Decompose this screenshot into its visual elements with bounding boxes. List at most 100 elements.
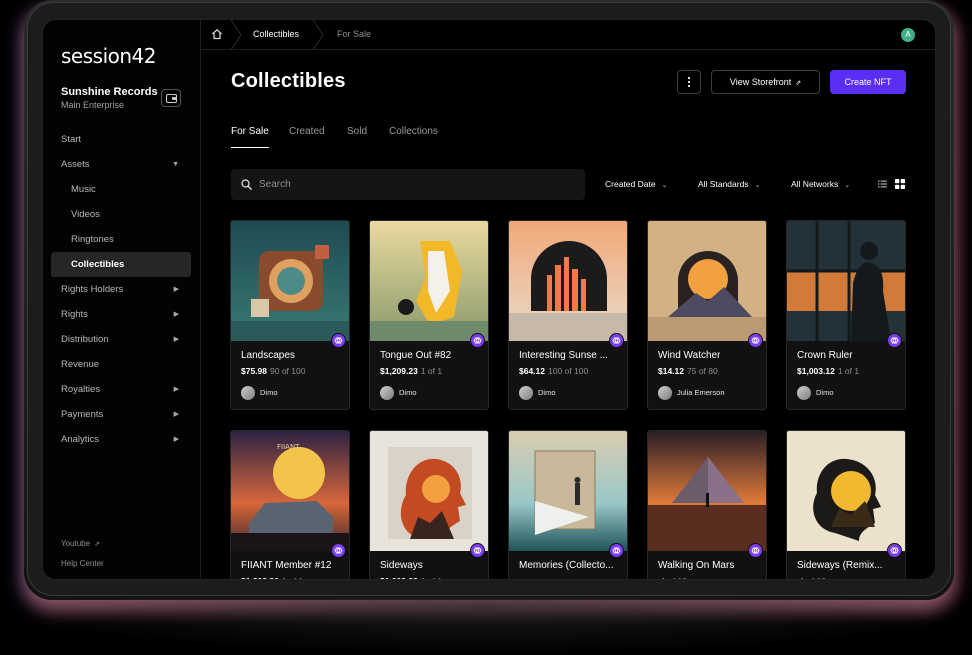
nft-card[interactable]: Memories (Collecto...	[508, 430, 628, 579]
nft-card[interactable]: Sideways $1,209.231 of 1	[369, 430, 489, 579]
nft-supply: 1 of 1	[420, 366, 443, 376]
tab-created[interactable]: Created	[289, 126, 325, 137]
nft-card[interactable]: Tongue Out #82 $1,209.23 1 of 1 Dimo	[369, 220, 489, 410]
owner-name[interactable]: Dimo	[538, 388, 556, 397]
more-options-button[interactable]	[677, 70, 701, 94]
nft-artwork[interactable]	[231, 221, 349, 341]
nft-price: $1,209.23	[380, 366, 418, 376]
sort-dropdown[interactable]: Created Date ⌄	[605, 179, 667, 189]
tab-for-sale[interactable]: For Sale	[231, 126, 269, 148]
nft-artwork[interactable]	[787, 221, 905, 341]
create-nft-button[interactable]: Create NFT	[830, 70, 906, 94]
nft-card[interactable]: FIIANT FIIANT Member #12 $1,209.231 of 1	[230, 430, 350, 579]
owner-name[interactable]: Dimo	[816, 388, 834, 397]
polygon-chain-icon	[609, 333, 624, 348]
nft-supply: 1 of 10	[800, 576, 826, 579]
view-storefront-button[interactable]: View Storefront ⇗	[711, 70, 820, 94]
polygon-chain-icon	[748, 543, 763, 558]
nft-artwork[interactable]	[509, 431, 627, 551]
nft-artwork[interactable]	[370, 431, 488, 551]
external-link-icon: ⇗	[795, 80, 802, 87]
org-name[interactable]: Sunshine Records	[61, 86, 158, 98]
grid-view-icon[interactable]	[895, 179, 905, 189]
nft-price-line: $1,209.231 of 1	[380, 366, 442, 376]
polygon-chain-icon	[470, 543, 485, 558]
nft-artwork[interactable]	[370, 221, 488, 341]
nft-supply: 90 of 100	[270, 366, 306, 376]
sidebar-item-assets[interactable]: Assets ▼	[51, 152, 191, 177]
sidebar-item-videos[interactable]: Videos	[51, 202, 191, 227]
owner-avatar[interactable]	[380, 386, 394, 400]
owner-name[interactable]: Julia Emerson	[677, 388, 725, 397]
sidebar-item-start[interactable]: Start	[51, 127, 191, 152]
search-icon	[241, 179, 252, 190]
nft-artwork[interactable]	[787, 431, 905, 551]
sidebar: session42 Sunshine Records Main Enterpri…	[43, 20, 201, 579]
nft-title: Memories (Collecto...	[519, 560, 614, 571]
nft-artwork[interactable]	[509, 221, 627, 341]
external-link-icon: ⇗	[94, 541, 100, 548]
nft-artwork[interactable]	[648, 221, 766, 341]
polygon-chain-icon	[887, 333, 902, 348]
sidebar-item-label: Analytics	[61, 434, 100, 445]
caret-right-icon: ▶	[173, 336, 179, 343]
nft-title: Walking On Mars	[658, 560, 735, 571]
standards-dropdown-label: All Standards	[698, 179, 749, 189]
nft-title: Landscapes	[241, 350, 295, 361]
kebab-icon	[688, 76, 690, 88]
nft-card[interactable]: Sideways (Remix... 1 of 10	[786, 430, 906, 579]
sidebar-item-label: Collectibles	[71, 259, 125, 270]
sidebar-item-rights-holders[interactable]: Rights Holders ▶	[51, 277, 191, 302]
youtube-link[interactable]: Youtube ⇗	[61, 539, 100, 548]
list-view-icon[interactable]	[878, 180, 887, 188]
sidebar-nav: Start Assets ▼ Music Videos Ringtones Collecti…	[51, 127, 191, 452]
polygon-chain-icon	[331, 333, 346, 348]
user-avatar[interactable]: A	[901, 28, 915, 42]
owner-avatar[interactable]	[658, 386, 672, 400]
sidebar-item-collectibles[interactable]: Collectibles	[51, 252, 191, 277]
sidebar-item-label: Assets	[61, 159, 90, 170]
polygon-chain-icon	[609, 543, 624, 558]
search-input[interactable]	[259, 169, 579, 200]
nft-price: $1,209.23	[380, 576, 418, 579]
nft-card[interactable]: Crown Ruler $1,003.12 1 of 1 Dimo	[786, 220, 906, 410]
sidebar-item-revenue[interactable]: Revenue	[51, 352, 191, 377]
owner-name[interactable]: Dimo	[399, 388, 417, 397]
sidebar-item-analytics[interactable]: Analytics ▶	[51, 427, 191, 452]
networks-dropdown[interactable]: All Networks ⌄	[791, 179, 850, 189]
wallet-button[interactable]	[161, 89, 181, 107]
owner-name[interactable]: Dimo	[260, 388, 278, 397]
home-icon[interactable]	[211, 28, 223, 40]
nft-artwork[interactable]	[648, 431, 766, 551]
sidebar-item-distribution[interactable]: Distribution ▶	[51, 327, 191, 352]
breadcrumb-collectibles[interactable]: Collectibles	[253, 29, 299, 39]
nft-title: FIIANT Member #12	[241, 560, 332, 571]
sidebar-item-payments[interactable]: Payments ▶	[51, 402, 191, 427]
nft-card[interactable]: Interesting Sunse ... $64.12 100 of 100 Dim…	[508, 220, 628, 410]
nft-artwork[interactable]: FIIANT	[231, 431, 349, 551]
standards-dropdown[interactable]: All Standards ⌄	[698, 179, 760, 189]
brand-logo[interactable]: session42	[61, 44, 156, 68]
sidebar-item-royalties[interactable]: Royalties ▶	[51, 377, 191, 402]
chevron-down-icon: ⌄	[844, 182, 851, 189]
owner-avatar[interactable]	[241, 386, 255, 400]
sidebar-item-ringtones[interactable]: Ringtones	[51, 227, 191, 252]
owner-avatar[interactable]	[519, 386, 533, 400]
nft-card[interactable]: Landscapes $75.98 90 of 100 Dimo	[230, 220, 350, 410]
tab-collections[interactable]: Collections	[389, 126, 438, 137]
tab-sold[interactable]: Sold	[347, 126, 367, 137]
owner-avatar[interactable]	[797, 386, 811, 400]
sidebar-item-label: Revenue	[61, 359, 100, 370]
nft-card[interactable]: Wind Watcher $14.12 75 of 80 Julia Emerson	[647, 220, 767, 410]
floor-shadow	[0, 598, 972, 655]
nft-price: $75.98	[241, 366, 267, 376]
sidebar-item-label: Distribution	[61, 334, 109, 345]
caret-right-icon: ▶	[173, 311, 179, 318]
nft-price: $1,209.23	[241, 576, 279, 579]
sidebar-item-label: Rights	[61, 309, 88, 320]
breadcrumb-for-sale[interactable]: For Sale	[337, 29, 371, 39]
sidebar-item-rights[interactable]: Rights ▶	[51, 302, 191, 327]
sidebar-item-music[interactable]: Music	[51, 177, 191, 202]
help-center-link[interactable]: Help Center	[61, 559, 104, 568]
nft-card[interactable]: Walking On Mars 1 of 10	[647, 430, 767, 579]
